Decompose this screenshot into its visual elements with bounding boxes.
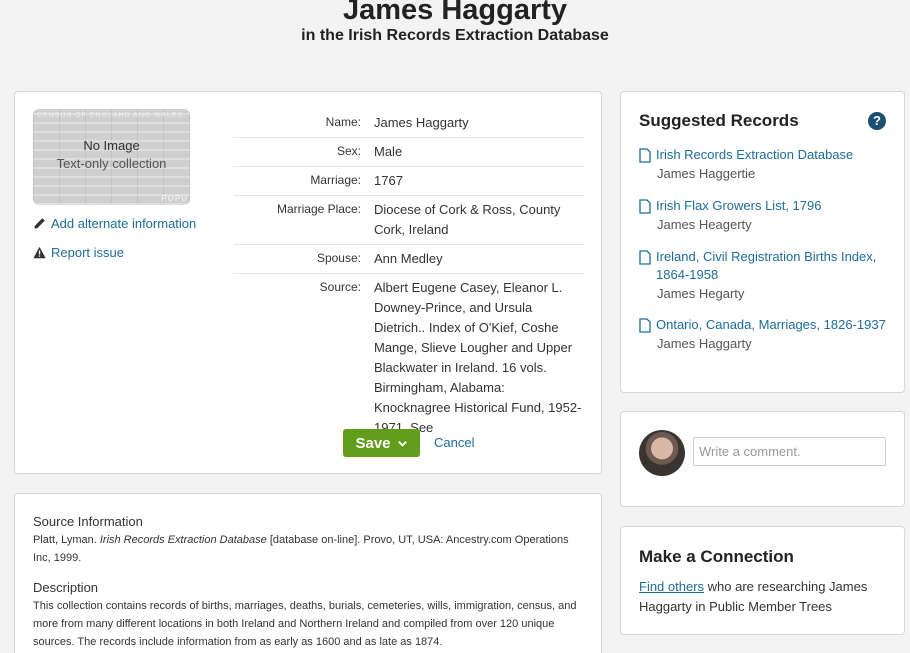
suggested-record-title: Ontario, Canada, Marriages, 1826-1937 [656,317,886,332]
suggested-record: Irish Flax Growers List, 1796 James Heag… [639,197,894,235]
facts-table: Name: James Haggarty Sex: Male Marriage:… [234,109,584,442]
source-citation: Platt, Lyman. Irish Records Extraction D… [33,531,588,567]
fact-value: Male [374,144,403,159]
source-citation-title: Irish Records Extraction Database [99,534,267,546]
connection-card: Make a Connection Find others who are re… [620,526,905,635]
document-icon [639,318,651,333]
find-others-link[interactable]: Find others [639,579,704,594]
fact-value: Ann Medley [374,251,443,266]
source-citation-before: Platt, Lyman. [33,534,100,546]
fact-row-name: Name: James Haggarty [234,109,584,138]
warning-icon [33,246,46,259]
fact-row-spouse: Spouse: Ann Medley [234,245,584,274]
fact-row-source: Source: Albert Eugene Casey, Eleanor L. … [234,274,584,442]
suggested-record-name: James Haggarty [657,336,752,351]
suggested-record: Ireland, Civil Registration Births Index… [639,248,894,304]
fact-label: Source: [319,280,361,294]
page-title: James Haggarty [342,0,568,26]
suggested-records-title: Suggested Records [639,111,799,130]
document-icon [639,148,651,163]
suggested-record-title: Ireland, Civil Registration Births Index… [656,249,877,282]
suggested-record-link[interactable]: Irish Records Extraction Database [639,146,894,164]
page-subtitle: in the Irish Records Extraction Database [301,27,609,44]
connection-text: Find others who are researching James Ha… [639,577,889,617]
comment-input[interactable] [693,437,886,466]
connection-title: Make a Connection [639,547,794,566]
fact-value: James Haggarty [374,115,469,130]
source-info-card: Source Information Platt, Lyman. Irish R… [14,493,602,653]
suggested-record-link[interactable]: Ireland, Civil Registration Births Index… [639,248,894,284]
fact-row-marriage-place: Marriage Place: Diocese of Cork & Ross, … [234,196,584,245]
thumbnail-census-text: CENSUS OF ENGLAND AND WALES, [37,112,187,119]
suggested-record: Ontario, Canada, Marriages, 1826-1937 Ja… [639,316,894,354]
document-icon [639,250,651,265]
suggested-record-title: Irish Flax Growers List, 1796 [656,198,822,213]
suggested-records-card: Suggested Records ? Irish Records Extrac… [620,91,905,393]
text-only-label: Text-only collection [56,156,167,171]
suggested-record-link[interactable]: Ontario, Canada, Marriages, 1826-1937 [639,316,894,334]
save-button-label: Save [355,434,391,452]
suggested-record-name: James Hegarty [657,286,745,301]
user-avatar [639,430,685,476]
record-thumbnail[interactable]: CENSUS OF ENGLAND AND WALES, POPU No Ima… [33,109,190,205]
document-icon [639,199,651,214]
suggested-record-title: Irish Records Extraction Database [656,147,854,162]
report-issue-link[interactable]: Report issue [33,245,124,260]
suggested-record: Irish Records Extraction Database James … [639,146,894,184]
fact-value: 1767 [374,173,403,188]
add-alternate-label: Add alternate information [51,216,197,231]
suggested-record-link[interactable]: Irish Flax Growers List, 1796 [639,197,894,215]
fact-label: Spouse: [316,251,361,265]
source-info-heading: Source Information [33,514,143,529]
report-issue-label: Report issue [51,245,124,260]
fact-row-sex: Sex: Male [234,138,584,167]
thumbnail-popu-text: POPU [161,194,188,203]
add-alternate-link[interactable]: Add alternate information [33,216,196,231]
fact-value: Albert Eugene Casey, Eleanor L. Downey-P… [374,280,582,435]
description-heading: Description [33,580,99,595]
pencil-icon [34,218,45,229]
fact-label: Marriage: [310,173,361,187]
help-icon[interactable]: ? [868,112,886,130]
chevron-down-icon [397,440,407,447]
fact-label: Sex: [336,144,361,158]
fact-value: Diocese of Cork & Ross, County Cork, Ire… [374,202,561,237]
save-button[interactable]: Save [343,429,420,457]
comment-card [620,411,905,507]
fact-row-marriage: Marriage: 1767 [234,167,584,196]
description-text: This collection contains records of birt… [33,600,577,648]
suggested-record-name: James Heagerty [657,217,752,232]
suggested-record-name: James Haggertie [657,166,756,181]
fact-label: Marriage Place: [276,202,361,216]
record-card: CENSUS OF ENGLAND AND WALES, POPU No Ima… [14,91,602,474]
fact-label: Name: [325,115,361,129]
cancel-link[interactable]: Cancel [434,435,474,450]
no-image-label: No Image [83,138,140,153]
